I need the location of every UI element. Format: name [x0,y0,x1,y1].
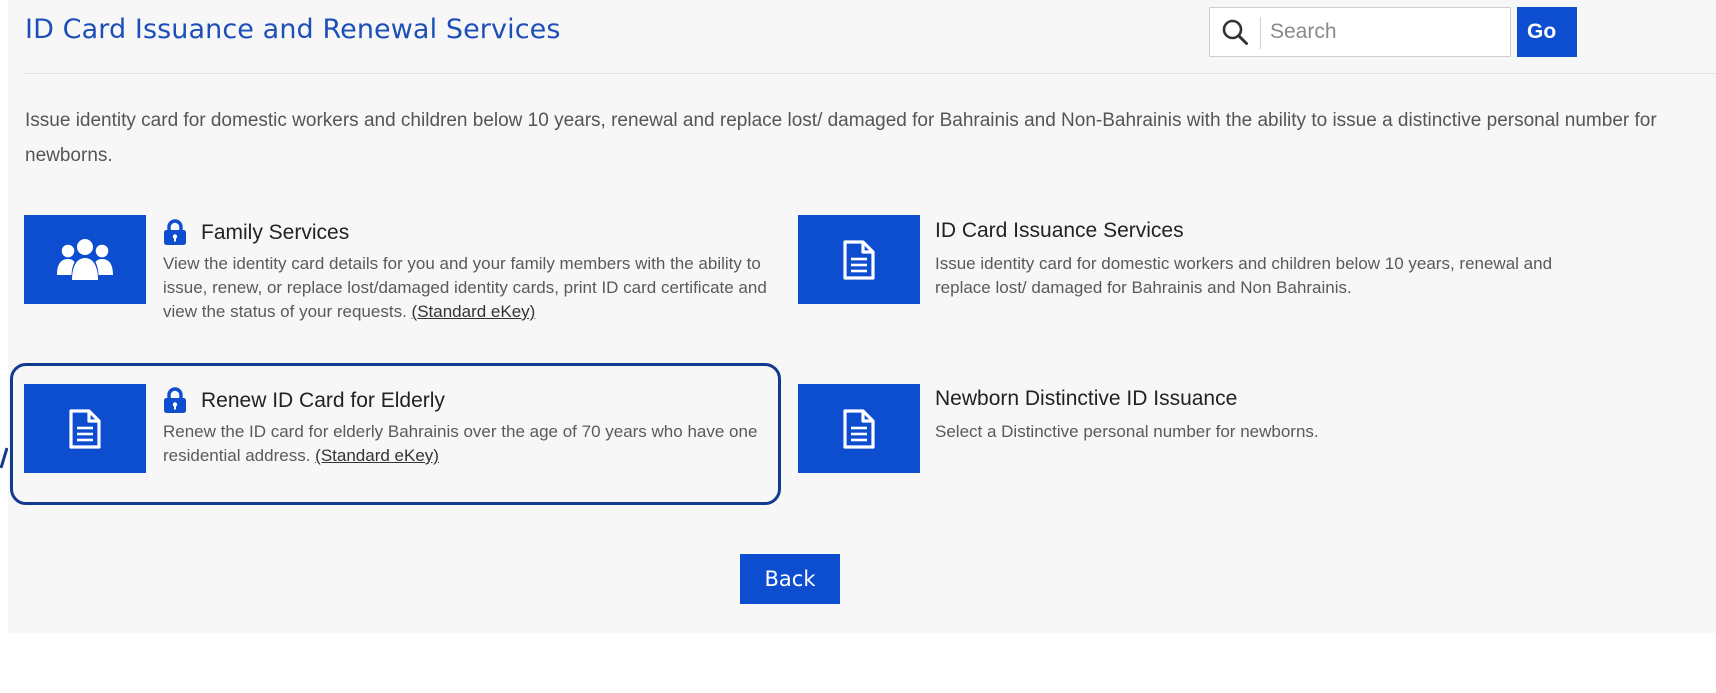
id-card-issuance-tile[interactable] [798,215,920,304]
pointer-arrow-icon [0,447,8,469]
family-services-title[interactable]: Family Services [201,221,349,245]
renew-elderly-title[interactable]: Renew ID Card for Elderly [201,389,445,413]
family-icon [57,238,113,280]
search-icon[interactable] [1221,18,1249,46]
newborn-id-tile[interactable] [798,384,920,473]
id-card-issuance-title-row[interactable]: ID Card Issuance Services [935,219,1184,243]
lock-icon [164,219,186,245]
id-card-issuance-title[interactable]: ID Card Issuance Services [935,219,1184,243]
family-services-title-row[interactable]: Family Services [163,219,349,246]
newborn-id-title[interactable]: Newborn Distinctive ID Issuance [935,387,1237,411]
document-icon [843,239,875,280]
elderly-ekey-link[interactable]: (Standard eKey) [315,446,439,465]
lock-icon [164,387,186,413]
back-button[interactable]: Back [740,554,840,604]
header-divider [25,73,1716,74]
renew-elderly-description: Renew the ID card for elderly Bahrainis … [163,420,778,468]
document-icon [69,408,101,449]
family-services-description: View the identity card details for you a… [163,252,788,324]
page-title: ID Card Issuance and Renewal Services [25,14,561,45]
search-box[interactable] [1209,7,1511,57]
renew-elderly-title-row[interactable]: Renew ID Card for Elderly [163,387,445,414]
newborn-id-title-row[interactable]: Newborn Distinctive ID Issuance [935,387,1237,411]
family-services-tile[interactable] [24,215,146,304]
id-card-issuance-description: Issue identity card for domestic workers… [935,254,1553,297]
go-button[interactable]: Go [1517,7,1577,57]
renew-elderly-tile[interactable] [24,384,146,473]
page-description: Issue identity card for domestic workers… [25,110,1657,166]
search-input[interactable] [1270,16,1500,48]
renew-elderly-text: Renew the ID card for elderly Bahrainis … [163,422,758,465]
family-ekey-link[interactable]: (Standard eKey) [412,302,536,321]
newborn-id-description: Select a Distinctive personal number for… [935,422,1319,441]
document-icon [843,408,875,449]
search-separator [1260,17,1261,49]
